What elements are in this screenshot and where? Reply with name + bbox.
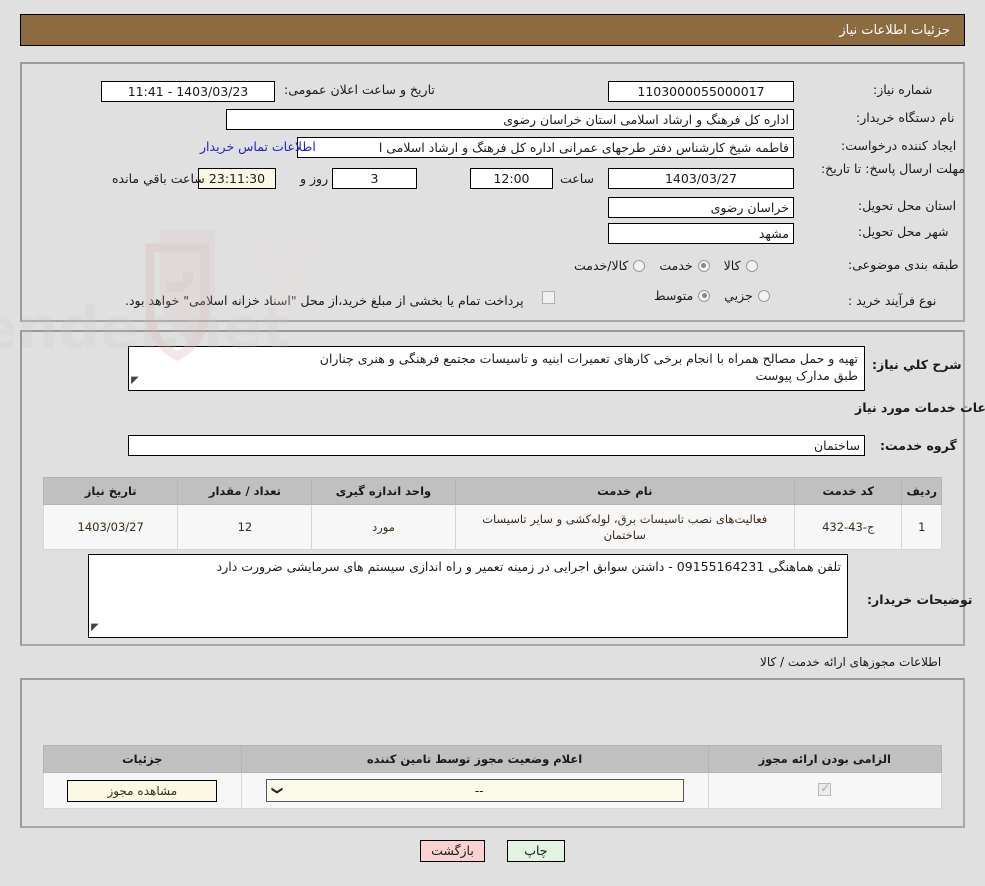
permits-header-cell-2: جزئیات [43, 745, 242, 773]
services-cell-4: 12 [177, 504, 313, 550]
purchase-type-radio-1[interactable] [698, 289, 711, 302]
summary-textarea[interactable]: تهیه و حمل مصالح همراه با انجام برخی کار… [128, 346, 865, 391]
services-header-cell-1: کد خدمت [793, 477, 903, 505]
services-table-body: 1 ج-43-432 فعالیت‌های نصب تاسیسات برق، لول… [42, 504, 942, 550]
need-number-label: شماره نیاز: [873, 82, 933, 97]
services-cell-2: فعالیت‌های نصب تاسیسات برق، لوله‌کشی و س… [454, 504, 795, 550]
days-remaining-value: 3 [332, 168, 417, 189]
purchase-type-radio-0[interactable] [757, 289, 770, 302]
purchase-type-radio-group[interactable]: جزیي متوسط [640, 288, 770, 303]
deadline-date-value: 1403/03/27 [608, 168, 794, 189]
category-radio-label-2: کالا/خدمت [574, 258, 629, 273]
footer-actions: بازگشت چاپ [0, 840, 985, 862]
buyer-notes-label: توضیحات خریدار: [867, 592, 973, 607]
permit-status-cell: ❯ -- [240, 772, 709, 809]
permits-header-cell-1: اعلام وضعیت مجوز توسط تامین کننده [240, 745, 709, 773]
services-section-title: اطلاعات خدمات مورد نیاز [855, 400, 985, 415]
services-header-cell-4: تعداد / مقدار [177, 477, 313, 505]
deadline-time-value: 12:00 [470, 168, 553, 189]
permit-required-checkbox [818, 781, 832, 796]
page-title: جزئیات اطلاعات نیاز [839, 22, 950, 38]
announce-datetime-label: تاریخ و ساعت اعلان عمومی: [284, 82, 435, 97]
services-header-cell-0: ردیف [901, 477, 942, 505]
announce-label-row: تاریخ و ساعت اعلان عمومی: [284, 82, 435, 97]
city-value: مشهد [608, 223, 794, 244]
services-header-cell-5: تاریخ نیاز [42, 477, 179, 505]
province-label-row: استان محل تحویل: [858, 198, 956, 213]
summary-line-2: طبق مدارک پیوست [755, 368, 858, 383]
category-radio-label-1: خدمت [659, 258, 693, 273]
permits-section-title: اطلاعات مجوزهای ارائه خدمت / کالا [760, 655, 942, 669]
resize-grip-icon-notes[interactable]: ◥ [91, 619, 99, 636]
resize-grip-icon[interactable]: ◥ [131, 372, 139, 389]
province-label: استان محل تحویل: [858, 198, 957, 213]
remaining-hours-label: ساعت باقي مانده [112, 171, 205, 186]
chevron-down-icon: ❯ [270, 785, 284, 796]
deadline-label-row: مهلت ارسال پاسخ: تا تاریخ: [821, 160, 965, 176]
purchase-type-radio-label-0: جزیي [724, 288, 753, 303]
view-permit-button[interactable]: مشاهده مجوز [67, 779, 218, 802]
need-number-label-row: شماره نیاز: [873, 82, 932, 97]
permits-table-header-row: الزامی بودن ارائه مجوز اعلام وضعیت مجوز ت… [43, 745, 943, 773]
services-table: ردیف کد خدمت نام خدمت واحد اندازه گیری تعداد… [42, 477, 942, 550]
payment-note-checkbox[interactable] [542, 291, 555, 304]
buyer-notes-value: تلفن هماهنگی 09155164231 - داشتن سوابق ا… [216, 559, 841, 574]
buyer-contact-link[interactable]: اطلاعات تماس خریدار [200, 139, 316, 154]
deadline-label: مهلت ارسال پاسخ: تا تاریخ: [820, 161, 965, 176]
buyer-notes-textarea[interactable]: تلفن هماهنگی 09155164231 - داشتن سوابق ا… [88, 554, 848, 638]
countdown-timer-value: 23:11:30 [198, 168, 276, 189]
services-cell-1: ج-43-432 [793, 504, 903, 550]
category-radio-0[interactable] [745, 259, 758, 272]
service-group-label: گروه خدمت: [880, 438, 957, 453]
category-radio-2[interactable] [633, 259, 646, 272]
buyer-org-label: نام دستگاه خریدار: [856, 110, 955, 125]
permits-table-body: ❯ -- مشاهده مجوز [43, 772, 943, 809]
buyer-org-value: اداره کل فرهنگ و ارشاد اسلامی استان خراس… [226, 109, 794, 130]
page-root: AriaTender.net جزئیات اطلاعات نیاز شماره… [0, 0, 985, 886]
table-row: 1 ج-43-432 فعالیت‌های نصب تاسیسات برق، لول… [42, 504, 942, 550]
purchase-type-label-row: نوع فرآیند خرید : [848, 293, 936, 308]
category-radio-label-0: کالا [723, 258, 741, 273]
buyer-org-label-row: نام دستگاه خریدار: [856, 110, 954, 125]
back-button[interactable]: بازگشت [420, 840, 485, 862]
summary-label: شرح کلي نياز: [872, 357, 962, 372]
permit-details-cell: مشاهده مجوز [43, 772, 242, 809]
creator-label: ایجاد کننده درخواست: [841, 138, 957, 153]
hour-label: ساعت [560, 171, 595, 186]
category-radio-group[interactable]: کالا خدمت کالا/خدمت [560, 258, 758, 273]
category-label-row: طبقه بندی موضوعی: [848, 256, 966, 272]
summary-line-1: تهیه و حمل مصالح همراه با انجام برخی کار… [319, 351, 858, 366]
announce-datetime-value: 1403/03/23 - 11:41 [101, 81, 275, 102]
creator-label-row: ایجاد کننده درخواست: [841, 138, 956, 153]
need-number-value: 1103000055000017 [608, 81, 794, 102]
province-value: خراسان رضوی [608, 197, 794, 218]
permit-status-select[interactable]: ❯ -- [265, 779, 684, 802]
services-header-cell-3: واحد اندازه گیری [311, 477, 456, 505]
service-group-value: ساختمان [128, 435, 865, 456]
permits-header-cell-0: الزامی بودن ارائه مجوز [707, 745, 943, 773]
services-header-cell-2: نام خدمت [454, 477, 795, 505]
payment-note-text: پرداخت تمام یا بخشی از مبلغ خرید،از محل … [125, 293, 524, 308]
services-cell-0: 1 [901, 504, 942, 550]
permit-required-cell [707, 772, 943, 809]
permits-table: الزامی بودن ارائه مجوز اعلام وضعیت مجوز ت… [43, 745, 943, 809]
table-row: ❯ -- مشاهده مجوز [43, 772, 943, 809]
permit-status-value: -- [474, 783, 484, 798]
days-label: روز و [300, 171, 329, 186]
city-label-row: شهر محل تحویل: [858, 224, 948, 239]
services-table-header-row: ردیف کد خدمت نام خدمت واحد اندازه گیری تعداد… [42, 477, 942, 505]
purchase-type-label: نوع فرآیند خرید : [848, 293, 937, 308]
category-label: طبقه بندی موضوعی: [848, 257, 959, 272]
services-cell-3: مورد [311, 504, 456, 550]
services-cell-5: 1403/03/27 [42, 504, 179, 550]
creator-value: فاطمه شیخ کارشناس دفتر طرحهای عمرانی ادا… [297, 137, 794, 158]
category-radio-1[interactable] [697, 259, 710, 272]
page-header: جزئیات اطلاعات نیاز [20, 14, 965, 46]
city-label: شهر محل تحویل: [858, 224, 949, 239]
print-button[interactable]: چاپ [506, 840, 565, 862]
purchase-type-radio-label-1: متوسط [654, 288, 694, 303]
